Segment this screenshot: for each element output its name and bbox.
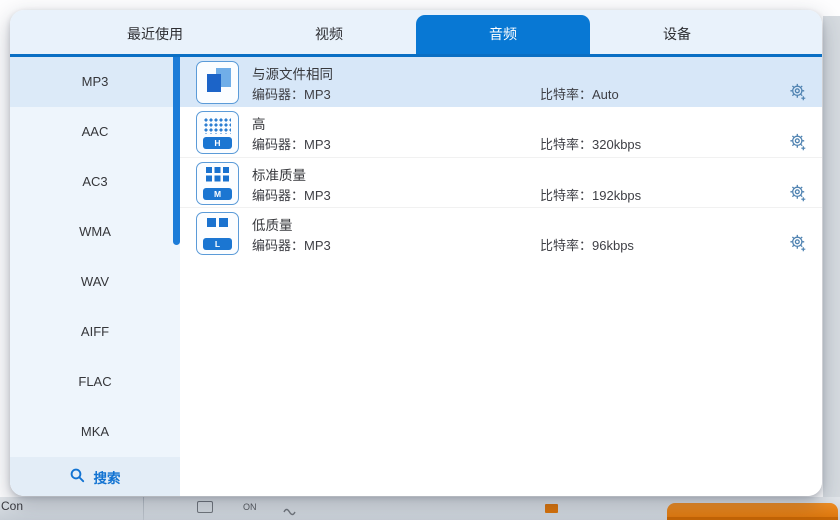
preset-title: 低质量 (252, 218, 293, 233)
medium-quality-icon: M (196, 162, 239, 205)
tab-video[interactable]: 视频 (242, 15, 416, 54)
same-as-source-icon (196, 61, 239, 104)
preset-title: 与源文件相同 (252, 67, 333, 82)
background-cropped-text: Con (1, 499, 24, 513)
quality-badge: H (203, 137, 232, 149)
preset-encoder: 编码器：MP3 (252, 87, 331, 102)
sidebar-item-wma[interactable]: WMA (10, 207, 180, 257)
custom-settings-gear-icon[interactable] (788, 82, 808, 102)
preset-bitrate: 比特率：192kbps (540, 188, 642, 203)
preset-bitrate: 比特率：320kbps (540, 137, 642, 152)
high-quality-icon: H (196, 111, 239, 154)
popup-body: MP3 AAC AC3 WMA WAV AIFF FLAC MKA 搜索 与源文… (10, 57, 822, 496)
search-button[interactable]: 搜索 (10, 457, 180, 496)
quality-badge: M (203, 188, 232, 200)
background-window-bottom-bar: Con ON (0, 497, 840, 520)
preset-row-same-as-source[interactable]: 与源文件相同 编码器：MP3 比特率：Auto (180, 57, 822, 107)
tab-device[interactable]: 设备 (590, 15, 764, 54)
quality-badge: L (203, 238, 232, 250)
sidebar-item-aiff[interactable]: AIFF (10, 307, 180, 357)
preset-encoder: 编码器：MP3 (252, 188, 331, 203)
sidebar-item-flac[interactable]: FLAC (10, 357, 180, 407)
custom-settings-gear-icon[interactable] (788, 132, 808, 152)
sidebar-item-aac[interactable]: AAC (10, 107, 180, 157)
background-orange-icon (545, 504, 558, 513)
preset-list: 与源文件相同 编码器：MP3 比特率：Auto H 高 编码器：MP3 比特率：… (180, 57, 822, 496)
sidebar-item-wav[interactable]: WAV (10, 257, 180, 307)
custom-settings-gear-icon[interactable] (788, 183, 808, 203)
preset-row-high-quality[interactable]: H 高 编码器：MP3 比特率：320kbps (180, 107, 822, 157)
format-picker-popup: 最近使用 视频 音频 设备 MP3 AAC AC3 WMA WAV AIFF F… (10, 10, 822, 496)
preset-row-low-quality[interactable]: L 低质量 编码器：MP3 比特率：96kbps (180, 207, 822, 257)
tab-audio[interactable]: 音频 (416, 15, 590, 54)
sidebar-item-mp3[interactable]: MP3 (10, 57, 180, 107)
tab-bar: 最近使用 视频 音频 设备 (10, 10, 822, 57)
preset-encoder: 编码器：MP3 (252, 238, 331, 253)
tab-recently-used[interactable]: 最近使用 (68, 15, 242, 54)
background-window-right-edge (823, 16, 840, 520)
preset-title: 标准质量 (252, 168, 306, 183)
background-on-label: ON (243, 502, 257, 512)
preset-row-standard-quality[interactable]: M 标准质量 编码器：MP3 比特率：192kbps (180, 157, 822, 207)
low-quality-icon: L (196, 212, 239, 255)
preset-title: 高 (252, 117, 266, 132)
preset-encoder: 编码器：MP3 (252, 137, 331, 152)
sidebar-item-mka[interactable]: MKA (10, 407, 180, 457)
divider (143, 497, 144, 520)
sidebar-scrollbar[interactable] (173, 57, 180, 245)
sidebar-item-ac3[interactable]: AC3 (10, 157, 180, 207)
custom-settings-gear-icon[interactable] (788, 233, 808, 253)
format-sidebar: MP3 AAC AC3 WMA WAV AIFF FLAC MKA 搜索 (10, 57, 180, 496)
convert-button[interactable] (667, 503, 838, 520)
search-label: 搜索 (93, 470, 121, 486)
background-box-icon (197, 501, 213, 513)
preset-bitrate: 比特率：96kbps (540, 238, 634, 253)
preset-bitrate: 比特率：Auto (540, 87, 619, 102)
background-wave-icon (283, 503, 296, 520)
search-icon (70, 468, 85, 486)
